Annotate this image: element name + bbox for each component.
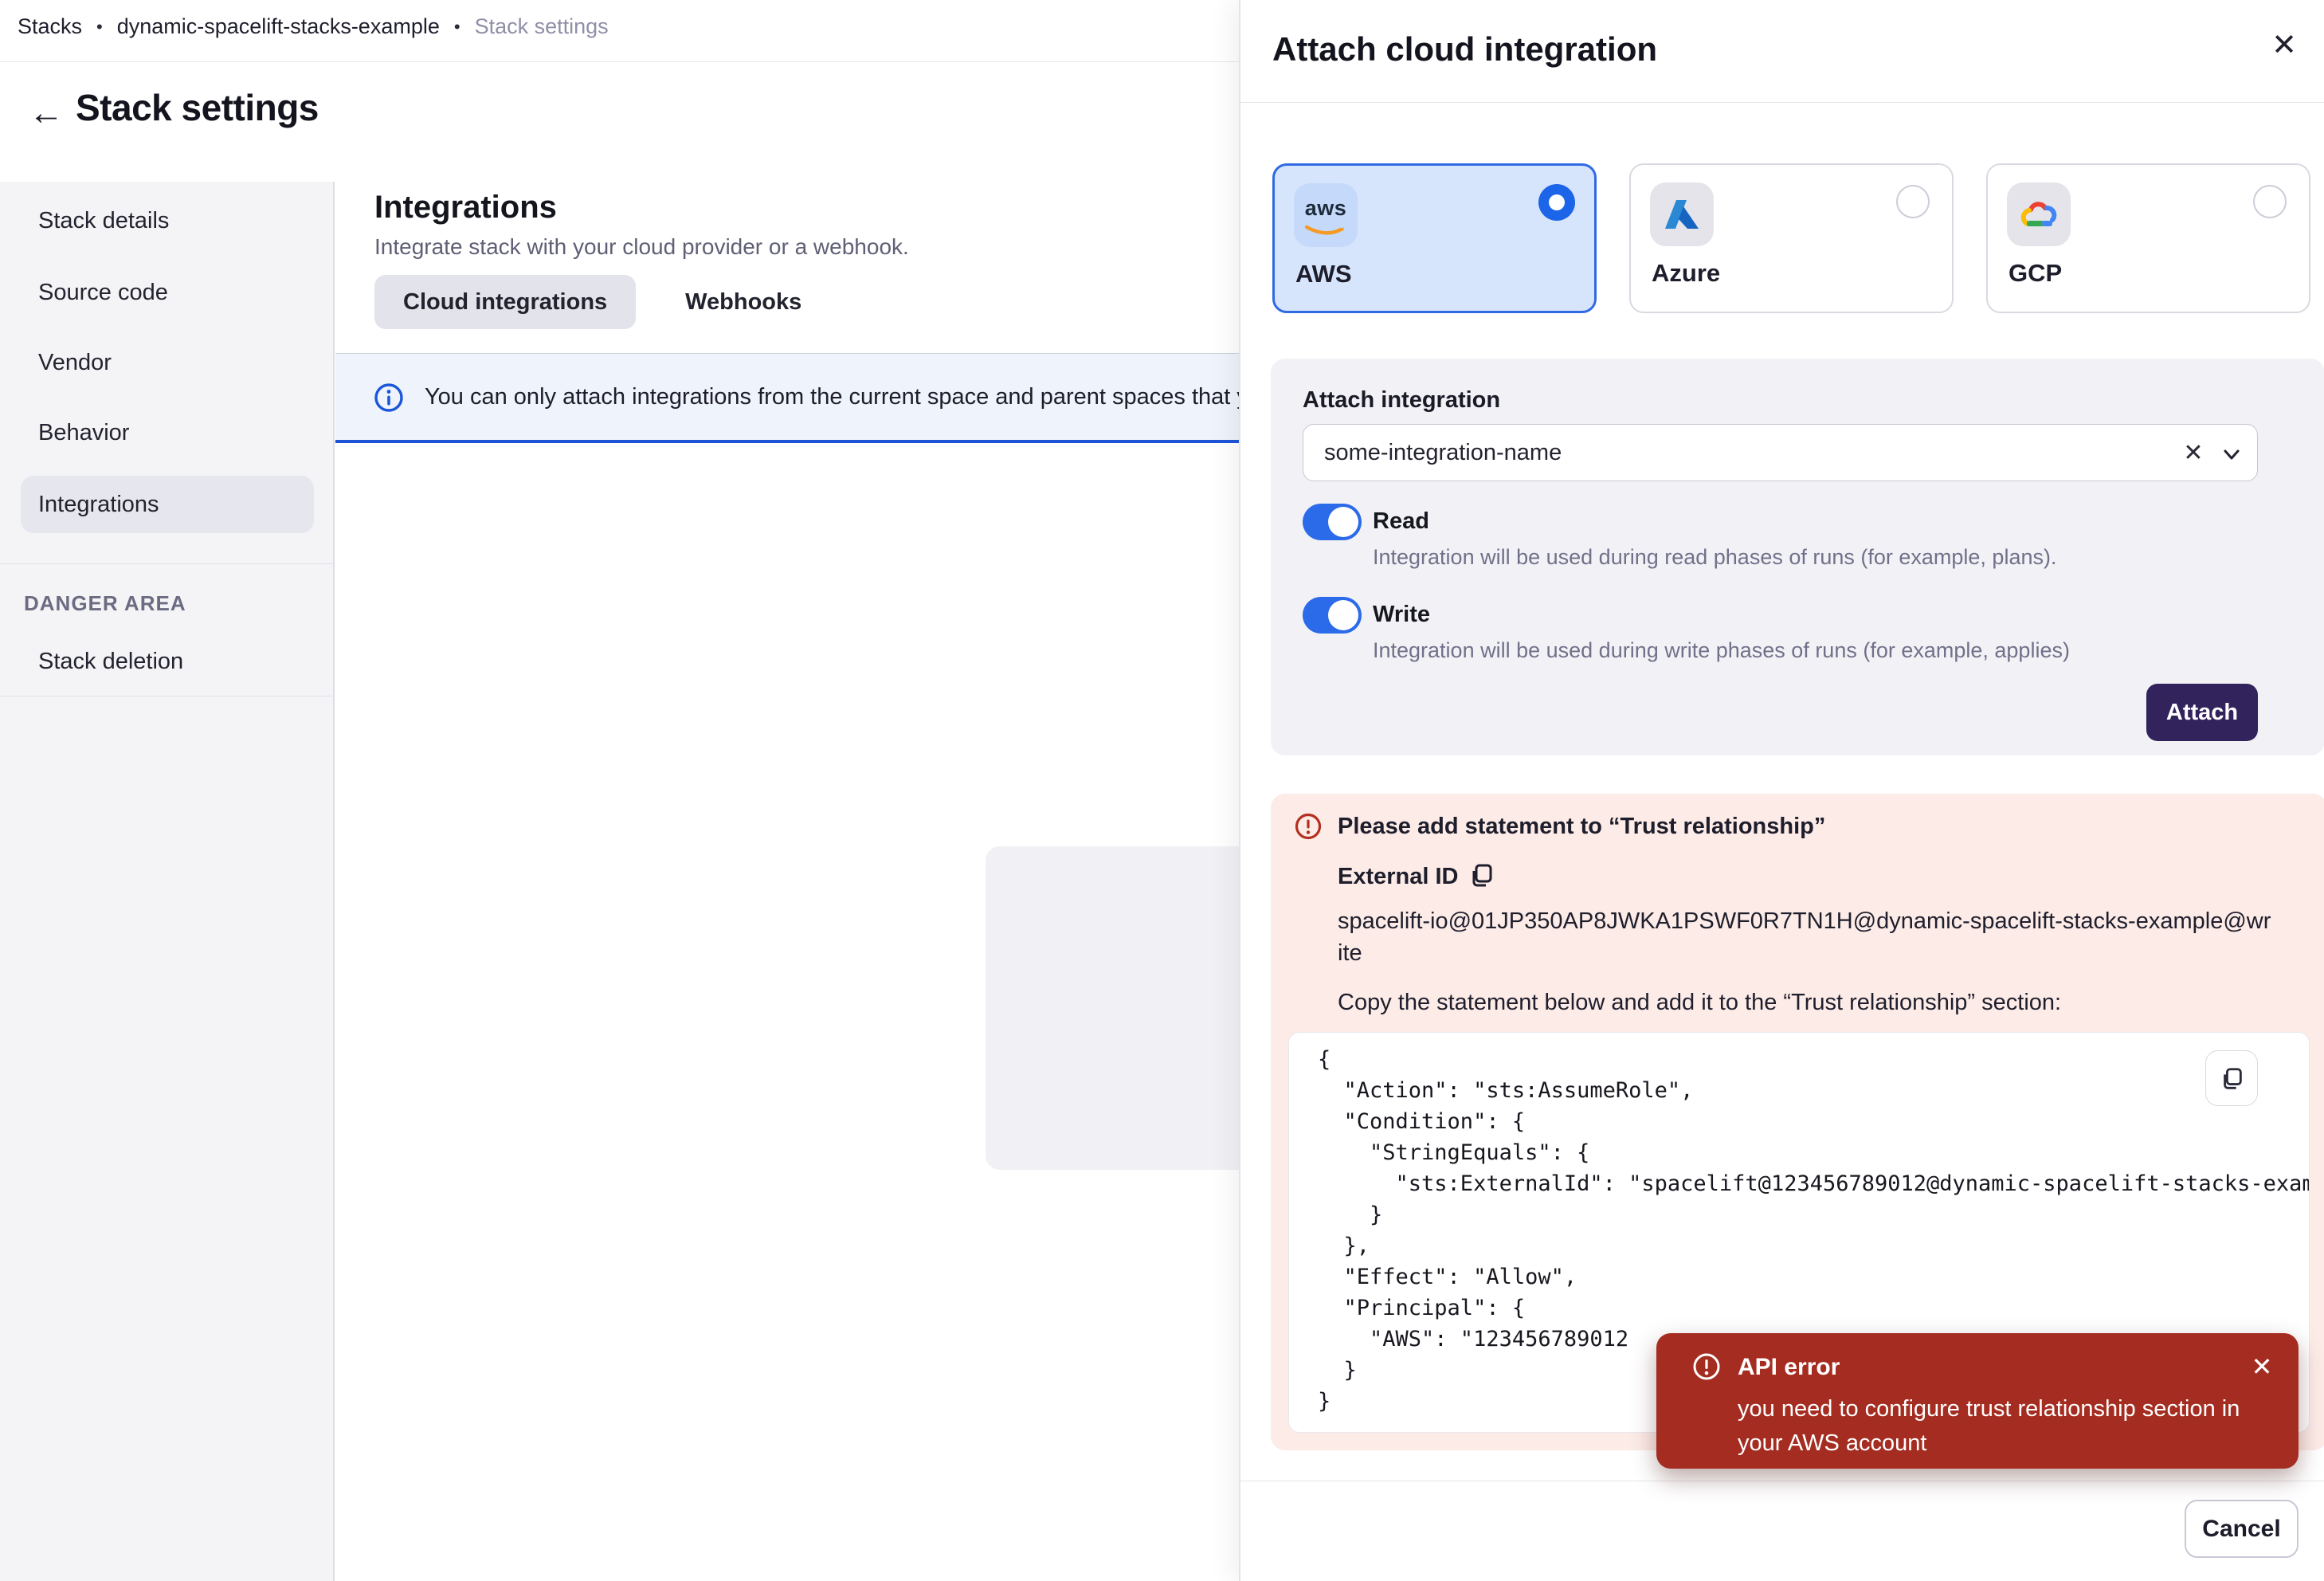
radio-unselected-icon[interactable] bbox=[1896, 185, 1930, 218]
integrations-title: Integrations bbox=[374, 190, 557, 226]
attach-form-panel: Attach integration some-integration-name… bbox=[1271, 359, 2324, 755]
breadcrumb-separator: • bbox=[454, 17, 460, 37]
code-line: "sts:ExternalId": "spacelift@12345678901… bbox=[1318, 1168, 2309, 1199]
radio-selected-icon[interactable] bbox=[1538, 184, 1575, 221]
integrations-tabs: Cloud integrations Webhooks bbox=[374, 275, 830, 329]
code-line: "Effect": "Allow", bbox=[1318, 1261, 2309, 1293]
page-title: Stack settings bbox=[76, 86, 319, 129]
read-toggle-description: Integration will be used during read pha… bbox=[1373, 545, 2056, 570]
copy-icon[interactable] bbox=[1468, 862, 1495, 889]
copy-statement-button[interactable] bbox=[2205, 1050, 2258, 1106]
read-toggle[interactable] bbox=[1303, 504, 1362, 540]
sidebar-divider bbox=[0, 563, 335, 564]
aws-smile-icon bbox=[1305, 225, 1346, 237]
sidebar-item-behavior[interactable]: Behavior bbox=[0, 404, 335, 461]
sidebar-item-stack-details[interactable]: Stack details bbox=[0, 192, 335, 249]
settings-sidebar: Stack details Source code Vendor Behavio… bbox=[0, 182, 335, 1581]
write-toggle[interactable] bbox=[1303, 597, 1362, 634]
info-icon bbox=[374, 382, 404, 413]
breadcrumb-separator: • bbox=[96, 17, 103, 37]
close-icon[interactable]: ✕ bbox=[2264, 26, 2304, 65]
warning-title: Please add statement to “Trust relations… bbox=[1338, 814, 1825, 840]
azure-icon bbox=[1650, 182, 1714, 246]
write-toggle-label: Write bbox=[1373, 602, 1430, 628]
cancel-button[interactable]: Cancel bbox=[2185, 1500, 2299, 1558]
toast-message: you need to configure trust relationship… bbox=[1738, 1392, 2263, 1461]
back-arrow-icon[interactable]: ← bbox=[29, 94, 64, 132]
gcp-icon bbox=[2007, 182, 2071, 246]
integrations-subtitle: Integrate stack with your cloud provider… bbox=[374, 234, 909, 260]
code-line: "StringEquals": { bbox=[1318, 1137, 2309, 1168]
provider-label: Azure bbox=[1652, 259, 1720, 288]
tab-webhooks[interactable]: Webhooks bbox=[656, 275, 830, 329]
header-divider bbox=[0, 61, 1239, 62]
attach-cloud-integration-drawer: Attach cloud integration ✕ aws AWS bbox=[1239, 0, 2324, 1581]
provider-label: GCP bbox=[2009, 259, 2062, 288]
copy-instruction: Copy the statement below and add it to t… bbox=[1338, 990, 2061, 1016]
breadcrumb-current: Stack settings bbox=[475, 14, 609, 39]
integration-select-value: some-integration-name bbox=[1324, 440, 1562, 466]
breadcrumb: Stacks • dynamic-spacelift-stacks-exampl… bbox=[18, 14, 609, 39]
alert-icon bbox=[1295, 813, 1322, 840]
external-id-label: External ID bbox=[1338, 864, 1459, 890]
drawer-divider bbox=[1240, 102, 2324, 103]
breadcrumb-stacks[interactable]: Stacks bbox=[18, 14, 82, 39]
app-root: Stacks • dynamic-spacelift-stacks-exampl… bbox=[0, 0, 2324, 1581]
radio-unselected-icon[interactable] bbox=[2253, 185, 2287, 218]
write-toggle-description: Integration will be used during write ph… bbox=[1373, 638, 2070, 663]
sidebar-item-integrations[interactable]: Integrations bbox=[21, 476, 314, 533]
provider-label: AWS bbox=[1295, 260, 1352, 288]
error-icon bbox=[1692, 1352, 1721, 1381]
code-line: "Condition": { bbox=[1318, 1106, 2309, 1137]
code-line: { bbox=[1318, 1044, 2309, 1075]
provider-card-azure[interactable]: Azure bbox=[1629, 163, 1954, 313]
danger-area-heading: DANGER AREA bbox=[24, 591, 327, 616]
breadcrumb-stack-name[interactable]: dynamic-spacelift-stacks-example bbox=[117, 14, 440, 39]
api-error-toast: API error ✕ you need to configure trust … bbox=[1656, 1333, 2299, 1469]
clear-selection-icon[interactable]: ✕ bbox=[2176, 436, 2211, 471]
provider-card-aws[interactable]: aws AWS bbox=[1272, 163, 1597, 313]
read-toggle-label: Read bbox=[1373, 508, 1429, 535]
code-line: } bbox=[1318, 1199, 2309, 1230]
code-line: "Action": "sts:AssumeRole", bbox=[1318, 1075, 2309, 1106]
sidebar-item-vendor[interactable]: Vendor bbox=[0, 334, 335, 391]
integration-select[interactable]: some-integration-name ✕ bbox=[1303, 424, 2258, 481]
toast-close-icon[interactable]: ✕ bbox=[2244, 1349, 2279, 1384]
attach-integration-label: Attach integration bbox=[1303, 387, 1500, 414]
sidebar-item-stack-deletion[interactable]: Stack deletion bbox=[0, 633, 335, 690]
copy-icon bbox=[2220, 1066, 2245, 1092]
drawer-title: Attach cloud integration bbox=[1272, 30, 1657, 69]
provider-card-gcp[interactable]: GCP bbox=[1986, 163, 2310, 313]
code-line: }, bbox=[1318, 1230, 2309, 1261]
tab-cloud-integrations[interactable]: Cloud integrations bbox=[374, 275, 636, 329]
chevron-down-icon[interactable] bbox=[2220, 442, 2244, 466]
toast-title: API error bbox=[1738, 1354, 1840, 1381]
external-id-value: spacelift-io@01JP350AP8JWKA1PSWF0R7TN1H@… bbox=[1338, 905, 2274, 969]
sidebar-item-source-code[interactable]: Source code bbox=[0, 264, 335, 321]
attach-button[interactable]: Attach bbox=[2146, 684, 2258, 741]
code-line: "Principal": { bbox=[1318, 1293, 2309, 1324]
aws-icon: aws bbox=[1294, 183, 1358, 247]
